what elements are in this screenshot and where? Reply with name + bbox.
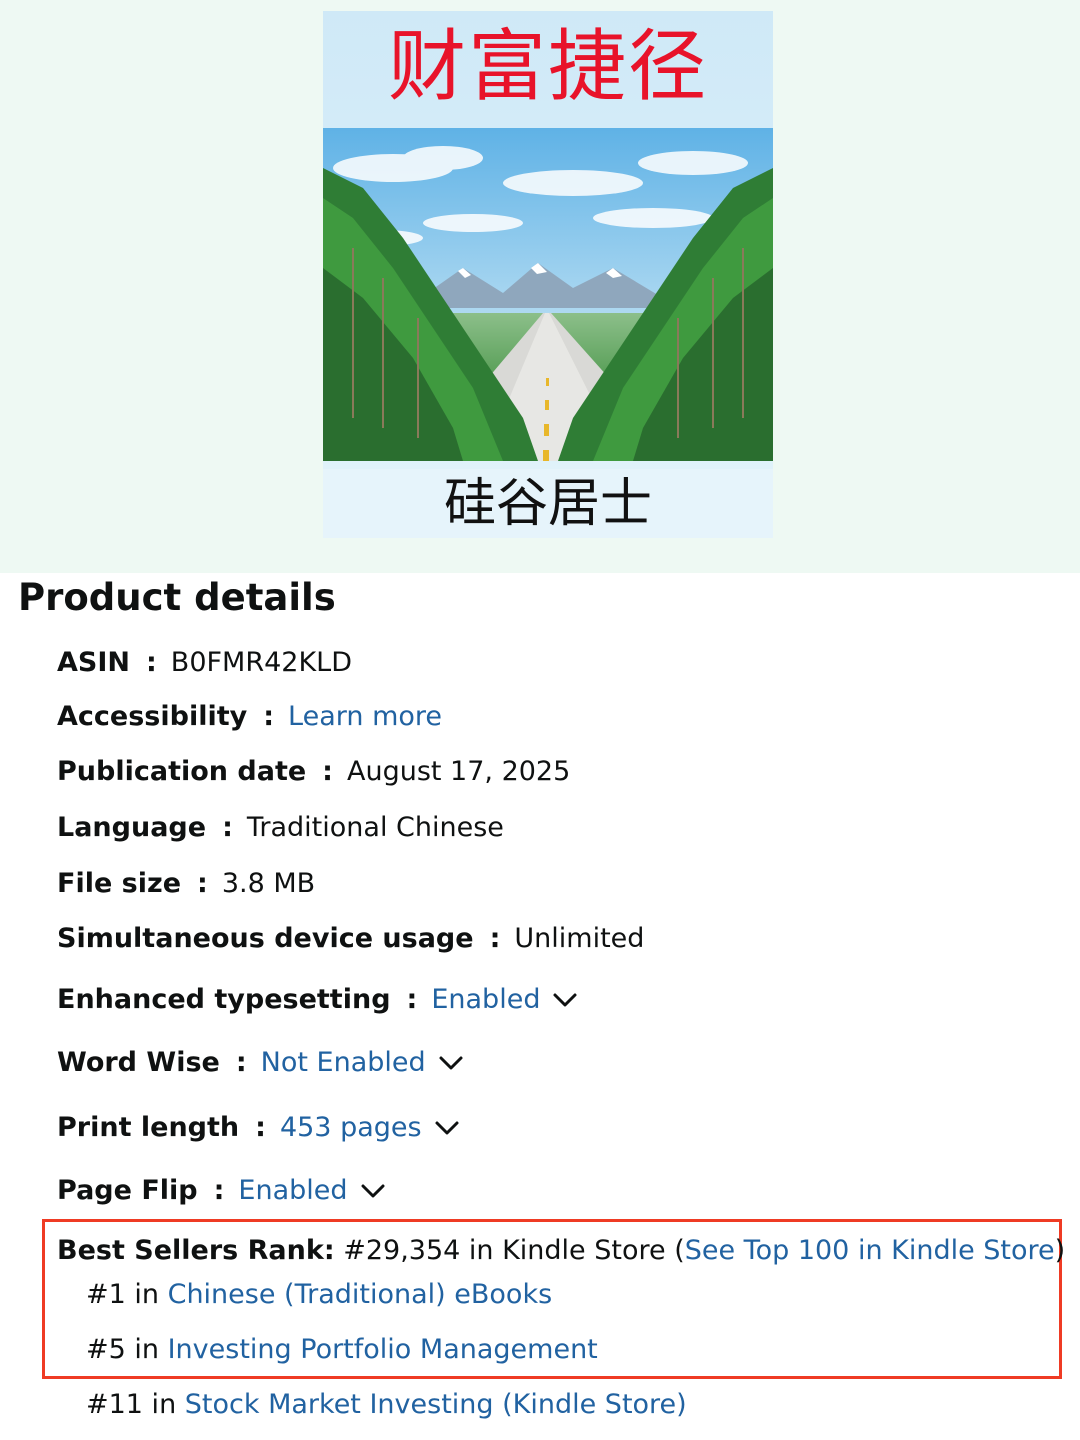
detail-value: 3.8 MB: [221, 868, 316, 899]
detail-separator: :: [255, 1112, 266, 1143]
cover-road-illustration: [323, 128, 773, 461]
detail-row-file-size: File size : 3.8 MB: [57, 864, 315, 904]
learn-more-link[interactable]: Learn more: [288, 697, 442, 737]
detail-label: Accessibility: [57, 701, 248, 732]
detail-separator: :: [406, 984, 418, 1015]
enhanced-typesetting-toggle[interactable]: Enabled: [431, 980, 540, 1020]
sub-rank-number: #5 in: [86, 1334, 168, 1365]
sub-rank-row: #5 in Investing Portfolio Management: [86, 1330, 598, 1370]
detail-separator: :: [322, 756, 333, 787]
detail-label: ASIN: [57, 647, 130, 678]
cover-title: 财富捷径: [387, 22, 708, 112]
sub-rank-number: #1 in: [86, 1279, 168, 1310]
detail-label: Print length: [57, 1112, 240, 1143]
detail-label: Simultaneous device usage: [57, 923, 474, 954]
chevron-down-icon[interactable]: [432, 1113, 462, 1143]
detail-separator: :: [222, 812, 233, 843]
detail-row-asin: ASIN : B0FMR42KLD: [57, 643, 352, 683]
sub-rank-number: #11 in: [86, 1389, 185, 1420]
detail-separator: :: [489, 923, 501, 954]
detail-label: Language: [57, 812, 207, 843]
detail-row-accessibility: Accessibility : Learn more: [57, 697, 442, 737]
detail-separator: :: [145, 647, 157, 678]
detail-label: Publication date: [57, 756, 307, 787]
category-link-portfolio-management[interactable]: Investing Portfolio Management: [168, 1334, 598, 1365]
detail-label: Page Flip: [57, 1175, 198, 1206]
sub-rank-row: #1 in Chinese (Traditional) eBooks: [86, 1275, 552, 1315]
detail-label: Enhanced typesetting: [57, 984, 391, 1015]
detail-label: File size: [57, 868, 182, 899]
chevron-down-icon[interactable]: [358, 1176, 388, 1206]
detail-row-enhanced-typesetting: Enhanced typesetting : Enabled: [57, 980, 580, 1020]
category-link-stock-market-investing[interactable]: Stock Market Investing (Kindle Store): [185, 1389, 687, 1420]
word-wise-toggle[interactable]: Not Enabled: [261, 1043, 426, 1083]
detail-separator: :: [213, 1175, 225, 1206]
detail-separator: :: [235, 1047, 247, 1078]
print-length-toggle[interactable]: 453 pages: [280, 1108, 422, 1148]
see-top-100-link[interactable]: See Top 100 in Kindle Store: [685, 1235, 1055, 1266]
chevron-down-icon[interactable]: [436, 1048, 466, 1078]
detail-row-page-flip: Page Flip : Enabled: [57, 1171, 388, 1211]
chevron-down-icon[interactable]: [550, 985, 580, 1015]
product-details-heading: Product details: [18, 576, 336, 619]
best-sellers-rank-overall: Best Sellers Rank: #29,354 in Kindle Sto…: [57, 1231, 1065, 1271]
overall-rank-close: ): [1054, 1235, 1066, 1266]
book-cover[interactable]: 财富捷径 硅谷居士: [323, 11, 773, 538]
overall-rank-text: #29,354 in Kindle Store (: [343, 1235, 685, 1266]
category-link-chinese-ebooks[interactable]: Chinese (Traditional) eBooks: [168, 1279, 553, 1310]
cover-author: 硅谷居士: [323, 469, 773, 538]
detail-value: B0FMR42KLD: [170, 647, 352, 678]
detail-row-print-length: Print length : 453 pages: [57, 1108, 462, 1148]
detail-value: Unlimited: [514, 923, 645, 954]
detail-row-word-wise: Word Wise : Not Enabled: [57, 1043, 466, 1083]
detail-row-publication-date: Publication date : August 17, 2025: [57, 752, 570, 792]
detail-row-device-usage: Simultaneous device usage : Unlimited: [57, 919, 644, 959]
detail-value: Traditional Chinese: [246, 812, 504, 843]
detail-row-language: Language : Traditional Chinese: [57, 808, 504, 848]
detail-label: Word Wise: [57, 1047, 220, 1078]
detail-separator: :: [197, 868, 208, 899]
detail-separator: :: [263, 701, 275, 732]
sub-rank-row: #11 in Stock Market Investing (Kindle St…: [86, 1385, 687, 1425]
page-flip-toggle[interactable]: Enabled: [238, 1171, 347, 1211]
best-sellers-label: Best Sellers Rank:: [57, 1235, 335, 1266]
detail-value: August 17, 2025: [346, 756, 571, 787]
